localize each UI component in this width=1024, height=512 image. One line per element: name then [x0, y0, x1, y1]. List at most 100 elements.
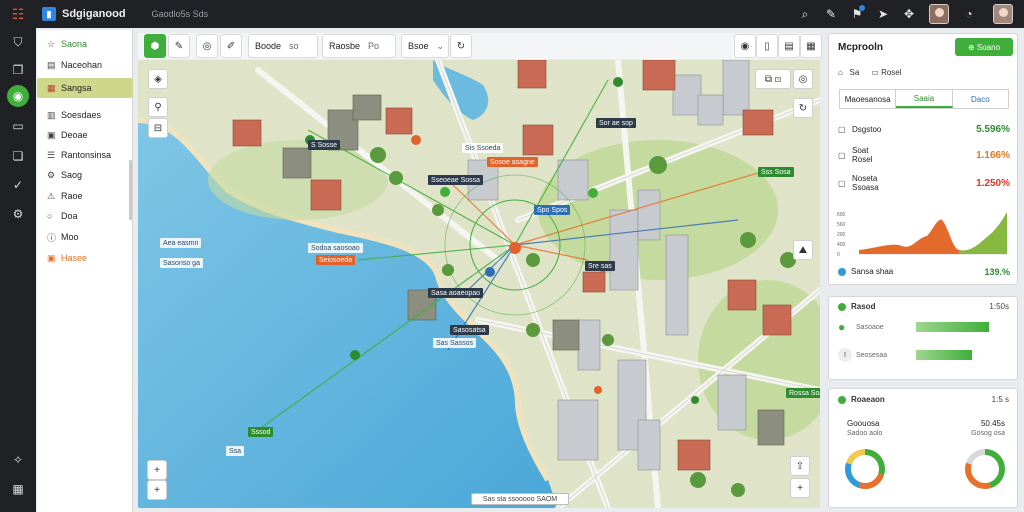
check-icon[interactable]: ✓ — [0, 171, 36, 199]
tab-data[interactable]: Daco — [953, 90, 1008, 108]
home-icon: ⌂ — [838, 68, 850, 77]
map-callout[interactable]: Sodoa saosoao — [308, 243, 363, 253]
building-icon[interactable]: ▦ — [0, 475, 36, 503]
layer-group-2[interactable]: Raosbe Po — [322, 34, 396, 58]
map-mode-icon[interactable]: ⬢ — [144, 34, 166, 58]
axis-tick: 200 — [837, 232, 846, 238]
alert-icon: ⚠ — [47, 190, 56, 201]
distribution-time: 1:5 s — [991, 395, 1009, 404]
menu-item-selected[interactable]: ▦ Sangsa — [37, 78, 133, 98]
map-callout[interactable]: Sasa aoaeopao — [428, 288, 484, 298]
map-callout[interactable]: Sss Sosa — [758, 167, 794, 177]
add-button[interactable]: ⊕ Soano — [955, 38, 1013, 56]
box-icon[interactable]: ❒ — [0, 56, 36, 84]
tag-icon: ▭ — [871, 68, 882, 77]
magic-icon[interactable]: ✧ — [0, 446, 36, 474]
menu-item[interactable]: ○ Doa — [37, 206, 133, 226]
map-callout[interactable]: Sasosatsa — [450, 325, 489, 335]
view-toggle[interactable]: ⧉ ⊡ — [755, 69, 791, 89]
menu-item[interactable]: ⓘ Moo — [37, 227, 133, 247]
circle-icon: ○ — [47, 211, 53, 221]
puzzle-icon[interactable]: ✥ — [896, 0, 922, 28]
pin-icon[interactable]: ✎ — [818, 0, 844, 28]
layer-dropdown[interactable]: Bsoe ⌄ — [401, 34, 449, 58]
map-callout[interactable]: Ssa — [226, 446, 245, 456]
lasso-icon[interactable]: ◎ — [196, 34, 218, 58]
layers-icon[interactable]: ◈ — [148, 69, 168, 89]
menu-item[interactable]: ⚠ Raoe — [37, 186, 133, 206]
layer-group-1[interactable]: Boode so — [248, 34, 318, 58]
stack-icon[interactable]: ⊟ — [148, 118, 168, 138]
map-graphic — [138, 60, 820, 508]
tab-active[interactable]: Saaia — [896, 90, 953, 108]
user-avatar[interactable] — [922, 0, 956, 28]
target-icon[interactable]: ◉ — [734, 34, 756, 58]
menu-item[interactable]: ▣ Hasee — [37, 248, 133, 268]
terrain-icon[interactable]: ⛰ — [793, 240, 813, 260]
map-callout[interactable]: Sas Sassos — [433, 338, 476, 348]
menu-item[interactable]: ☆ Saona — [37, 34, 133, 54]
map-callout[interactable]: Sasonso ga — [160, 258, 203, 268]
filter-row[interactable]: ⌂ Sa ▭ Rosel — [838, 68, 902, 77]
map-callout[interactable]: Sssod — [248, 427, 274, 437]
panel-title: Mcprooln — [838, 42, 883, 53]
distribution-header: Roaeaon — [838, 395, 885, 404]
menu-item[interactable]: ☰ Rantonsinsa — [37, 145, 133, 165]
add-marker-button[interactable]: + — [790, 478, 810, 498]
app-logo: ▮ — [42, 7, 56, 21]
location-icon[interactable]: ◎ — [793, 69, 813, 89]
map-callout[interactable]: Sis Ssoeda — [462, 143, 504, 153]
search-icon[interactable]: ⌕ — [792, 0, 818, 28]
tab-overview[interactable]: Maoesanosa — [840, 90, 897, 108]
app-title: Sdgiganood — [62, 8, 126, 20]
map-callout[interactable]: S Sosse — [308, 140, 341, 150]
file-icon: ▢ — [838, 150, 846, 160]
menu-item[interactable]: ▥ Soesdaes — [37, 105, 133, 125]
right-title: 50.45s — [980, 419, 1005, 428]
package-icon[interactable]: ❏ — [0, 142, 36, 170]
profile-avatar[interactable] — [982, 0, 1024, 28]
metrics-panel: Mcprooln ⊕ Soano ⌂ Sa ▭ Rosel Maoesanosa… — [828, 33, 1018, 285]
stat-row: ▢ Dsgstoo 5.596% — [838, 123, 1010, 135]
layers-icon: ▦ — [47, 82, 56, 93]
map-callout[interactable]: Aea easmn — [160, 238, 202, 248]
zoom-out-button[interactable]: + — [147, 480, 167, 500]
compass-icon[interactable]: ⇧ — [790, 456, 810, 476]
edit-icon[interactable]: ✎ — [168, 34, 190, 58]
app-grid-icon[interactable]: ☷ — [0, 0, 36, 28]
list-icon: ☰ — [47, 149, 56, 160]
zoom-in-button[interactable]: + — [147, 460, 167, 480]
map-callout[interactable]: Sosoe asagne — [487, 157, 538, 167]
map-callout[interactable]: Rossa Soaoea — [786, 388, 820, 398]
axis-tick: 0 — [837, 252, 840, 258]
grid-icon[interactable]: ▤ — [778, 34, 800, 58]
help-icon[interactable]: ◔ — [956, 0, 982, 28]
breadcrumb[interactable]: Gaodlo5s Sds — [152, 9, 209, 19]
map-callout[interactable]: Sor ae sop — [596, 118, 636, 128]
progress-fill — [916, 322, 990, 332]
send-icon[interactable]: ➤ — [870, 0, 896, 28]
notification-icon[interactable]: ⚑ — [844, 0, 870, 28]
map-callout[interactable]: Sre sas — [585, 261, 615, 271]
pen-icon[interactable]: ✐ — [220, 34, 242, 58]
distribution-panel: Roaeaon 1:5 s Goouosa Sadoo aolo 50.45s … — [828, 388, 1018, 508]
refresh-icon[interactable]: ↻ — [450, 34, 472, 58]
menu-item[interactable]: ⚙ Saog — [37, 165, 133, 185]
rotate-icon[interactable]: ↻ — [793, 98, 813, 118]
shield-icon[interactable]: ⛉ — [0, 28, 36, 56]
menu-item[interactable]: ▤ Naceohan — [37, 55, 133, 75]
filter-icon[interactable]: ▦ — [800, 34, 822, 58]
map-callout[interactable]: Sseoeae Sossa — [428, 175, 484, 185]
map-canvas[interactable]: Sor ae sop Sis Ssoeda Sosoe asagne S Sos… — [138, 60, 820, 508]
menu-scrollbar[interactable] — [129, 160, 132, 220]
status-panel: Rasod 1:50s ● Sasoaoe ! Seosesaa — [828, 296, 1018, 380]
globe-icon[interactable]: ◉ — [0, 82, 36, 110]
status-dot — [838, 267, 846, 276]
map-callout[interactable]: Seiosoeda — [316, 255, 356, 265]
menu-item[interactable]: ▣ Deoae — [37, 125, 133, 145]
settings-icon[interactable]: ⚙ — [0, 200, 36, 228]
map-callout[interactable]: Spo Spos — [534, 205, 571, 215]
display-icon[interactable]: ▭ — [0, 112, 36, 140]
route-icon[interactable]: ⚲ — [148, 97, 168, 117]
battery-icon[interactable]: ▯ — [756, 34, 778, 58]
